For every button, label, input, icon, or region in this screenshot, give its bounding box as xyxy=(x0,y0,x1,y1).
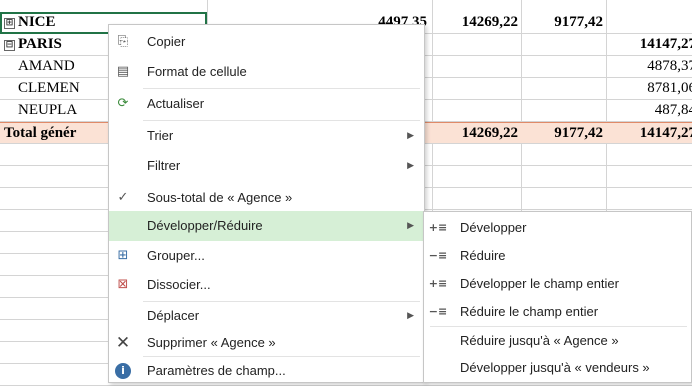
menu-item-label: Actualiser xyxy=(147,96,205,111)
submenu-arrow-icon: ▶ xyxy=(407,221,414,231)
menu-item-supprimer[interactable]: ✕ Supprimer « Agence » xyxy=(109,328,424,358)
value-cell[interactable]: 14269,22 xyxy=(434,123,518,144)
field-settings-icon: i xyxy=(115,363,131,379)
menu-item-label: Développer jusqu'à « vendeurs » xyxy=(460,360,650,375)
collapse-icon[interactable]: ⊟ xyxy=(4,40,15,51)
menu-item-dissocier[interactable]: ⊠ Dissocier... xyxy=(109,270,424,300)
menu-item-label: Supprimer « Agence » xyxy=(147,335,276,350)
submenu-item-reduire[interactable]: −≡ Réduire xyxy=(424,241,691,271)
menu-item-label: Développer/Réduire xyxy=(147,218,263,233)
submenu-item-reduire-champ[interactable]: −≡ Réduire le champ entier xyxy=(424,297,691,327)
value-cell[interactable]: 9177,42 xyxy=(523,123,603,144)
value-cell[interactable]: 14147,27 xyxy=(608,123,692,144)
menu-item-label: Filtrer xyxy=(147,158,181,173)
menu-item-label: Développer le champ entier xyxy=(460,276,619,291)
expand-icon: +≡ xyxy=(428,221,448,234)
value-cell[interactable]: 487,84 xyxy=(608,100,692,121)
value-cell[interactable]: 8781,06 xyxy=(608,78,692,99)
ungroup-icon: ⊠ xyxy=(117,277,129,292)
submenu-arrow-icon: ▶ xyxy=(407,161,414,171)
context-menu: ⎘ Copier ▤ Format de cellule ⟳ Actualise… xyxy=(108,24,425,383)
collapse-icon: −≡ xyxy=(428,249,448,262)
submenu-arrow-icon: ▶ xyxy=(407,311,414,321)
menu-item-trier[interactable]: Trier ▶ xyxy=(109,121,424,151)
menu-item-developper-reduire[interactable]: Développer/Réduire ▶ xyxy=(109,211,424,241)
menu-item-label: Trier xyxy=(147,128,174,143)
submenu-item-developper-champ[interactable]: +≡ Développer le champ entier xyxy=(424,269,691,299)
value-cell[interactable]: 4878,37 xyxy=(608,56,692,77)
menu-item-label: Paramètres de champ... xyxy=(147,363,286,378)
row-label[interactable]: CLEMEN xyxy=(18,78,108,99)
menu-item-label: Sous-total de « Agence » xyxy=(147,190,293,205)
menu-item-label: Grouper... xyxy=(147,248,205,263)
menu-item-deplacer[interactable]: Déplacer ▶ xyxy=(109,301,424,331)
checkmark-icon: ✓ xyxy=(117,190,129,205)
menu-item-label: Dissocier... xyxy=(147,277,211,292)
copy-icon: ⎘ xyxy=(117,34,129,49)
format-cells-icon: ▤ xyxy=(116,64,130,79)
menu-item-actualiser[interactable]: ⟳ Actualiser xyxy=(109,89,424,119)
value-cell[interactable]: 14147,27 xyxy=(608,34,692,55)
submenu-arrow-icon: ▶ xyxy=(407,131,414,141)
value-cell[interactable]: 14269,22 xyxy=(434,12,518,33)
menu-item-label: Développer xyxy=(460,220,527,235)
value-cell[interactable] xyxy=(608,12,692,33)
menu-item-filtrer[interactable]: Filtrer ▶ xyxy=(109,151,424,181)
collapse-field-icon: −≡ xyxy=(428,305,448,318)
menu-item-parametres-champ[interactable]: i Paramètres de champ... xyxy=(109,356,424,386)
menu-item-label: Réduire jusqu'à « Agence » xyxy=(460,333,619,348)
submenu-developper-reduire: +≡ Développer −≡ Réduire +≡ Développer l… xyxy=(423,211,692,383)
group-icon: ⊞ xyxy=(117,248,129,263)
menu-item-label: Réduire le champ entier xyxy=(460,304,599,319)
menu-item-sous-total[interactable]: ✓ Sous-total de « Agence » xyxy=(109,183,424,213)
submenu-item-developper[interactable]: +≡ Développer xyxy=(424,213,691,243)
menu-item-grouper[interactable]: ⊞ Grouper... xyxy=(109,241,424,271)
menu-item-label: Déplacer xyxy=(147,308,200,323)
row-label[interactable]: AMAND xyxy=(18,56,108,77)
menu-item-label: Copier xyxy=(147,34,186,49)
menu-item-label: Réduire xyxy=(460,248,506,263)
menu-item-copier[interactable]: ⎘ Copier xyxy=(109,27,424,57)
refresh-icon: ⟳ xyxy=(117,96,129,111)
submenu-item-reduire-jusqua[interactable]: Réduire jusqu'à « Agence » xyxy=(424,326,691,356)
menu-item-label: Format de cellule xyxy=(147,64,247,79)
submenu-item-developper-jusqua[interactable]: Développer jusqu'à « vendeurs » xyxy=(424,353,691,383)
row-label[interactable]: NEUPLA xyxy=(18,100,108,121)
row-label[interactable]: Total génér xyxy=(4,123,108,144)
value-cell[interactable]: 9177,42 xyxy=(523,12,603,33)
menu-item-format-cellule[interactable]: ▤ Format de cellule xyxy=(109,57,424,87)
delete-icon: ✕ xyxy=(115,333,131,353)
expand-field-icon: +≡ xyxy=(428,277,448,290)
